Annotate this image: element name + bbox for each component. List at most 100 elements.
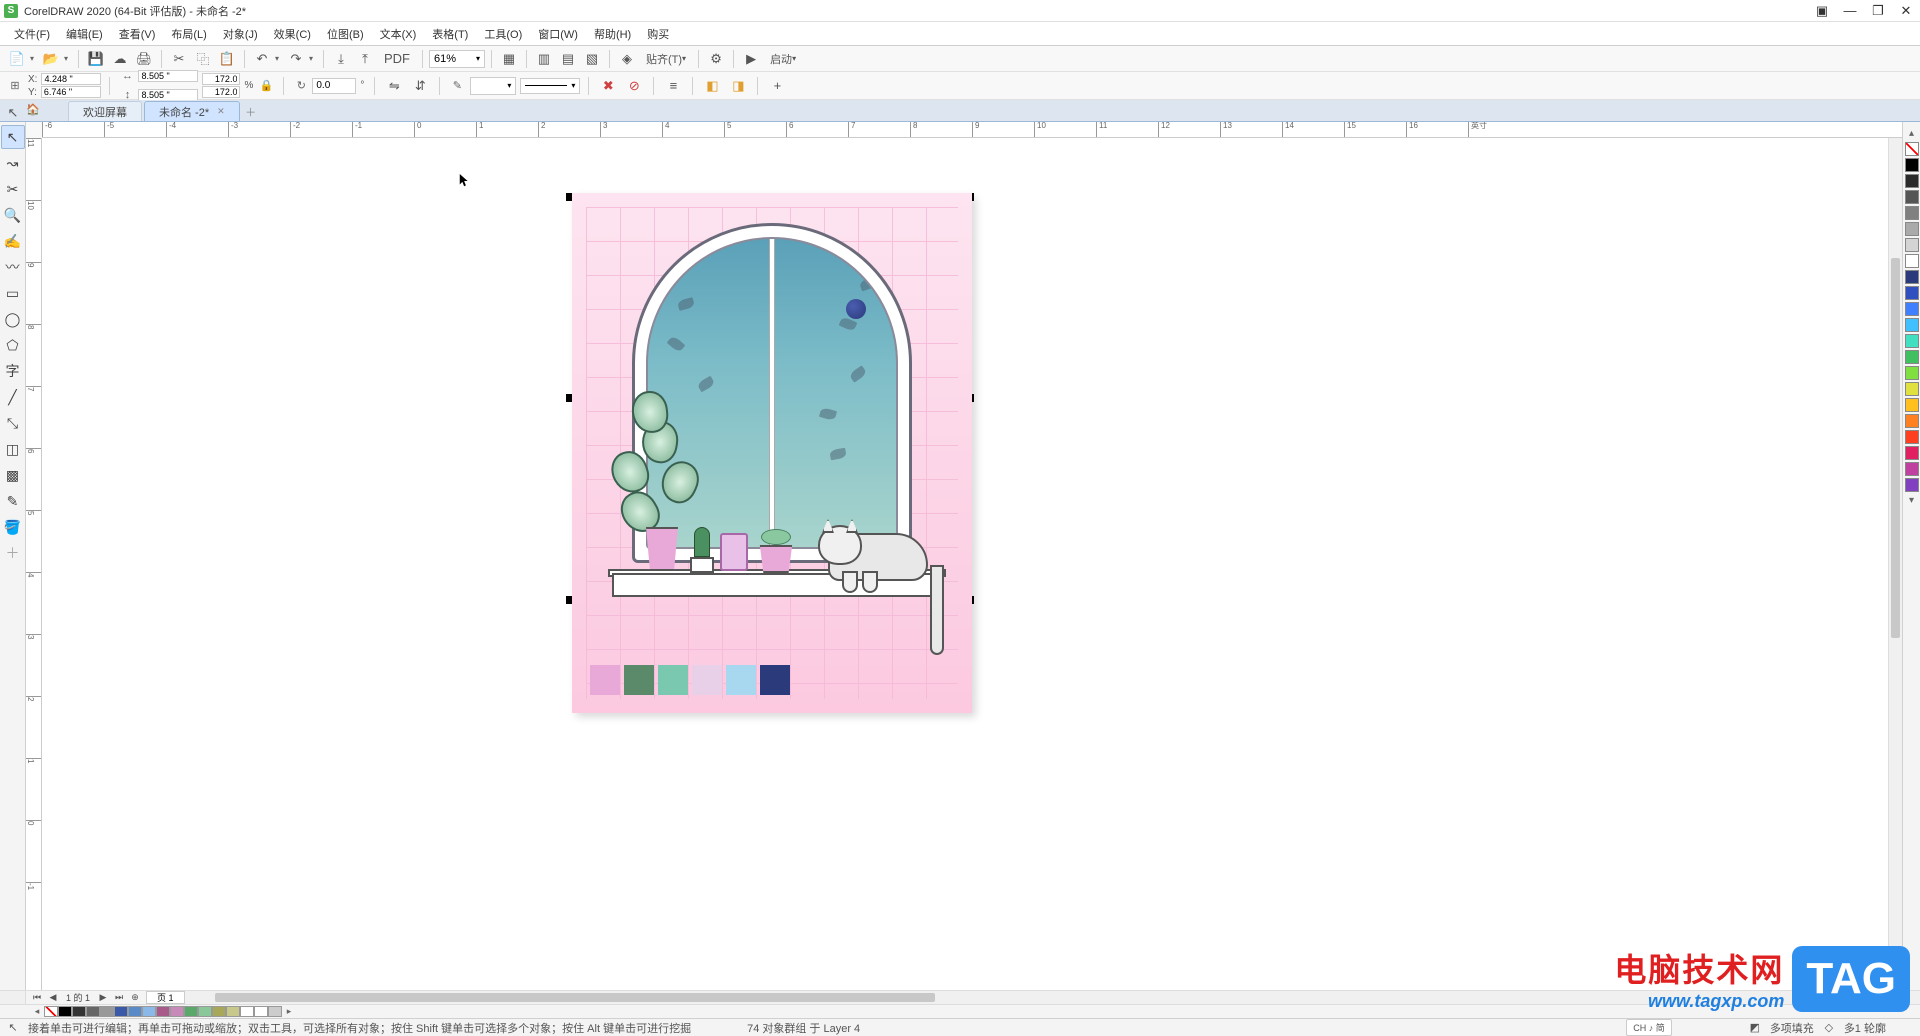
width-input[interactable]	[138, 70, 198, 82]
paste-button[interactable]: 📋	[216, 48, 238, 70]
plus-button[interactable]: +	[766, 75, 788, 97]
color-swatch[interactable]	[1905, 318, 1919, 332]
ruler-horizontal[interactable]: -6-5-4-3-2-1012345678910111213141516英寸	[42, 122, 1902, 138]
wrap-icon[interactable]: ✖	[597, 75, 619, 97]
page-first-button[interactable]: ⏮	[30, 992, 44, 1004]
color-swatch[interactable]	[1905, 350, 1919, 364]
color-swatch[interactable]	[198, 1006, 212, 1017]
scrollbar-horizontal[interactable]	[185, 991, 1902, 1004]
color-swatch[interactable]	[1905, 142, 1919, 156]
lock-ratio-icon[interactable]: 🔒	[257, 77, 275, 95]
color-swatch[interactable]	[1905, 430, 1919, 444]
guides-icon[interactable]: ▥	[533, 48, 555, 70]
menu-file[interactable]: 文件(F)	[6, 23, 58, 45]
maximize-button[interactable]: ❐	[1868, 3, 1888, 19]
minimize-button[interactable]: —	[1840, 3, 1860, 19]
palette-up-arrow[interactable]: ▴	[1903, 126, 1920, 141]
color-swatch[interactable]	[170, 1006, 184, 1017]
zoom-combo[interactable]: 61%▾	[429, 50, 485, 68]
cloud-icon[interactable]: ▣	[1812, 3, 1832, 19]
menu-table[interactable]: 表格(T)	[424, 23, 476, 45]
color-swatch[interactable]	[268, 1006, 282, 1017]
menu-object[interactable]: 对象(J)	[215, 23, 266, 45]
page-prev-button[interactable]: ◀	[46, 992, 60, 1004]
menu-text[interactable]: 文本(X)	[372, 23, 425, 45]
freehand-tool[interactable]: ✍	[1, 229, 25, 253]
menu-bitmap[interactable]: 位图(B)	[319, 23, 372, 45]
color-swatch[interactable]	[1905, 366, 1919, 380]
color-swatch[interactable]	[1905, 286, 1919, 300]
home-icon[interactable]: 🏠	[26, 103, 42, 119]
open-button[interactable]: 📂	[40, 48, 62, 70]
outline-width-combo[interactable]: ▾	[470, 77, 516, 95]
fill-tool[interactable]: 🪣	[1, 515, 25, 539]
color-swatch[interactable]	[114, 1006, 128, 1017]
color-swatch[interactable]	[1905, 270, 1919, 284]
page-add-button[interactable]: ⊕	[128, 992, 142, 1004]
redo-button[interactable]: ↷	[285, 48, 307, 70]
save-button[interactable]: 💾	[85, 48, 107, 70]
tab-document[interactable]: 未命名 -2*✕	[144, 101, 240, 121]
menu-tools[interactable]: 工具(O)	[476, 23, 530, 45]
menu-help[interactable]: 帮助(H)	[586, 23, 639, 45]
mirror-h-icon[interactable]: ⇋	[383, 75, 405, 97]
menu-buy[interactable]: 购买	[639, 23, 677, 45]
zoom-tool[interactable]: 🔍	[1, 203, 25, 227]
color-swatch[interactable]	[254, 1006, 268, 1017]
launch-icon[interactable]: ▶	[740, 48, 762, 70]
color-swatch[interactable]	[72, 1006, 86, 1017]
export-button[interactable]: ⤒	[354, 48, 376, 70]
palette-left-arrow[interactable]: ◂	[30, 1006, 44, 1017]
color-swatch[interactable]	[156, 1006, 170, 1017]
align-icon[interactable]: ≡	[662, 75, 684, 97]
mirror-v-icon[interactable]: ⇵	[409, 75, 431, 97]
color-swatch[interactable]	[1905, 462, 1919, 476]
menu-edit[interactable]: 编辑(E)	[58, 23, 111, 45]
powerclip-icon[interactable]: ⊘	[623, 75, 645, 97]
scrollbar-h-thumb[interactable]	[215, 993, 935, 1002]
page-tab-1[interactable]: 页 1	[146, 991, 185, 1004]
fullscreen-icon[interactable]: ▦	[498, 48, 520, 70]
line-style-combo[interactable]: ▾	[520, 78, 580, 94]
color-swatch[interactable]	[1905, 398, 1919, 412]
color-swatch[interactable]	[1905, 302, 1919, 316]
x-input[interactable]	[41, 73, 101, 85]
pick-tool-corner-icon[interactable]: ↖	[2, 102, 24, 124]
transparency-tool[interactable]: ▩	[1, 463, 25, 487]
undo-dropdown[interactable]: ▾	[275, 54, 283, 63]
color-swatch[interactable]	[226, 1006, 240, 1017]
scale-y-input[interactable]	[202, 86, 240, 98]
ime-indicator[interactable]: CH ♪ 简	[1626, 1019, 1672, 1036]
snap-icon[interactable]: ◈	[616, 48, 638, 70]
color-swatch[interactable]	[128, 1006, 142, 1017]
color-swatch[interactable]	[1905, 334, 1919, 348]
color-swatch[interactable]	[86, 1006, 100, 1017]
order-back-icon[interactable]: ◨	[727, 75, 749, 97]
menu-effects[interactable]: 效果(C)	[266, 23, 319, 45]
eyedropper-tool[interactable]: ✎	[1, 489, 25, 513]
snap-button[interactable]: 贴齐(T) ▾	[640, 48, 692, 70]
undo-button[interactable]: ↶	[251, 48, 273, 70]
grid-icon[interactable]: ▤	[557, 48, 579, 70]
parallel-dim-tool[interactable]: ╱	[1, 385, 25, 409]
menu-window[interactable]: 窗口(W)	[530, 23, 586, 45]
rotation-input[interactable]	[312, 78, 356, 94]
menu-layout[interactable]: 布局(L)	[163, 23, 214, 45]
ruler-vertical[interactable]: 11109876543210-1	[26, 138, 42, 990]
scrollbar-vertical[interactable]	[1888, 138, 1902, 990]
color-swatch[interactable]	[240, 1006, 254, 1017]
color-swatch[interactable]	[1905, 382, 1919, 396]
tab-welcome[interactable]: 欢迎屏幕	[68, 101, 142, 121]
rulers-icon[interactable]: ▧	[581, 48, 603, 70]
outline-status-icon[interactable]: ◇	[1822, 1021, 1836, 1035]
new-dropdown[interactable]: ▾	[30, 54, 38, 63]
color-swatch[interactable]	[58, 1006, 72, 1017]
menu-view[interactable]: 查看(V)	[111, 23, 164, 45]
artistic-media-tool[interactable]: 〰	[1, 255, 25, 279]
pdf-button[interactable]: PDF	[378, 48, 416, 70]
color-swatch[interactable]	[1905, 174, 1919, 188]
toolbox-add[interactable]: ＋	[1, 541, 25, 565]
color-swatch[interactable]	[1905, 414, 1919, 428]
color-swatch[interactable]	[100, 1006, 114, 1017]
pick-tool[interactable]: ↖	[1, 125, 25, 149]
